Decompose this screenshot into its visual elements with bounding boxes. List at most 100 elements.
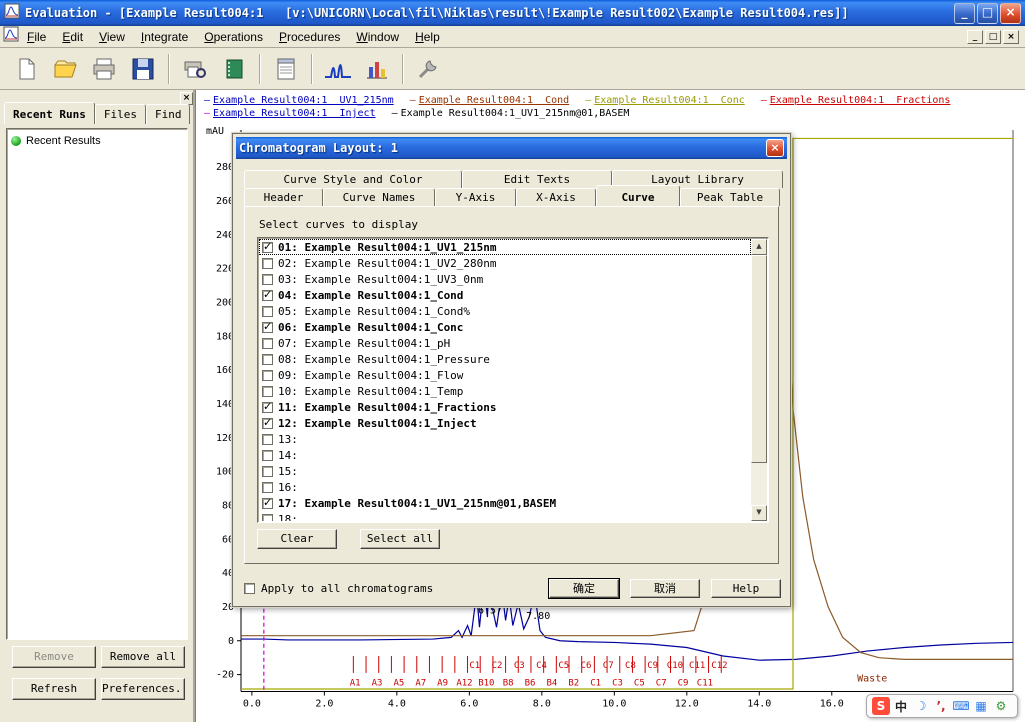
dialog-titlebar[interactable]: Chromatogram Layout: 1 ×: [236, 137, 787, 159]
menu-edit[interactable]: Edit: [54, 27, 91, 47]
curve-list-item[interactable]: 11: Example Result004:1_Fractions: [259, 399, 751, 415]
curve-list-item[interactable]: 03: Example Result004:1_UV3_0nm: [259, 271, 751, 287]
menu-file[interactable]: File: [19, 27, 54, 47]
dialog-tab-y-axis[interactable]: Y-Axis: [435, 188, 516, 206]
menu-integrate[interactable]: Integrate: [133, 27, 196, 47]
menu-view[interactable]: View: [91, 27, 133, 47]
curve-checkbox[interactable]: [262, 434, 273, 445]
dialog-tab-header[interactable]: Header: [244, 188, 323, 206]
keyboard-icon[interactable]: ⌨: [952, 697, 970, 715]
curve-list-item[interactable]: 13:: [259, 431, 751, 447]
print-preview-icon[interactable]: [177, 52, 213, 86]
moon-icon[interactable]: ☽: [912, 697, 930, 715]
remove-all-button[interactable]: Remove all: [101, 646, 185, 668]
apply-checkbox[interactable]: [244, 583, 255, 594]
curve-list-item[interactable]: 04: Example Result004:1_Cond: [259, 287, 751, 303]
curve-checkbox[interactable]: [262, 450, 273, 461]
curve-checkbox[interactable]: [262, 274, 273, 285]
mdi-restore-button[interactable]: □: [985, 30, 1001, 44]
minimize-button[interactable]: _: [954, 3, 975, 24]
scrollbar[interactable]: ▲ ▼: [751, 239, 767, 521]
report-icon[interactable]: [268, 52, 304, 86]
legend-entry[interactable]: —Example Result004:1 Inject: [204, 108, 376, 119]
legend-entry[interactable]: —Example Result004:1 UV1_215nm: [204, 95, 394, 106]
refresh-button[interactable]: Refresh: [12, 678, 96, 700]
select-all-button[interactable]: Select all: [360, 529, 440, 549]
sogou-logo-icon[interactable]: S: [872, 697, 890, 715]
legend-entry[interactable]: —Example Result004:1 Conc: [585, 95, 745, 106]
close-button[interactable]: ×: [1000, 3, 1021, 24]
menu-window[interactable]: Window: [348, 27, 407, 47]
menu-operations[interactable]: Operations: [196, 27, 271, 47]
clear-button[interactable]: Clear: [257, 529, 337, 549]
curve-checkbox[interactable]: [262, 354, 273, 365]
print-icon[interactable]: [86, 52, 122, 86]
curve-list-item[interactable]: 05: Example Result004:1_Cond%: [259, 303, 751, 319]
curve-list-item[interactable]: 01: Example Result004:1_UV1_215nm: [259, 239, 751, 255]
curve-checkbox[interactable]: [262, 466, 273, 477]
restore-button[interactable]: □: [977, 3, 998, 24]
scroll-down-icon[interactable]: ▼: [751, 505, 767, 521]
preferences-button[interactable]: Preferences...: [101, 678, 185, 700]
curve-checkbox[interactable]: [262, 482, 273, 493]
curve-checkbox[interactable]: [262, 386, 273, 397]
scroll-thumb[interactable]: [751, 255, 767, 463]
curve-list-item[interactable]: 15:: [259, 463, 751, 479]
tree-item-recent-results[interactable]: Recent Results: [11, 135, 183, 147]
curve-checkbox[interactable]: [262, 418, 273, 429]
sidebar-tab-find[interactable]: Find: [146, 104, 191, 124]
dialog-tab-peak-table[interactable]: Peak Table: [680, 188, 780, 206]
grid-icon[interactable]: ▦: [972, 697, 990, 715]
tools-icon[interactable]: [411, 52, 447, 86]
save-icon[interactable]: [125, 52, 161, 86]
curve-checkbox[interactable]: [262, 258, 273, 269]
curve-checkbox[interactable]: [262, 290, 273, 301]
curve-checkbox[interactable]: [262, 322, 273, 333]
dialog-tab-edit-texts[interactable]: Edit Texts: [462, 170, 612, 188]
wrench-icon[interactable]: ⚙: [992, 697, 1010, 715]
mdi-minimize-button[interactable]: _: [967, 30, 983, 44]
dialog-tab-curve-names[interactable]: Curve Names: [323, 188, 435, 206]
ok-button[interactable]: 确定: [549, 579, 619, 598]
dialog-close-icon[interactable]: ×: [766, 139, 784, 157]
curve-checkbox[interactable]: [262, 306, 273, 317]
curve-list-item[interactable]: 09: Example Result004:1_Flow: [259, 367, 751, 383]
curve-checkbox[interactable]: [262, 338, 273, 349]
dialog-tab-curve-style-and-color[interactable]: Curve Style and Color: [244, 170, 462, 188]
new-icon[interactable]: [8, 52, 44, 86]
open-icon[interactable]: [47, 52, 83, 86]
curve-list-item[interactable]: 12: Example Result004:1_Inject: [259, 415, 751, 431]
notebook-icon[interactable]: [216, 52, 252, 86]
legend-entry[interactable]: —Example Result004:1 Fractions: [761, 95, 951, 106]
chinese-mode-icon[interactable]: 中: [892, 697, 910, 715]
menu-help[interactable]: Help: [407, 27, 448, 47]
curve-checkbox[interactable]: [262, 498, 273, 509]
curve-list-item[interactable]: 14:: [259, 447, 751, 463]
sidebar-tab-recent-runs[interactable]: Recent Runs: [4, 102, 95, 124]
curve-list-item[interactable]: 08: Example Result004:1_Pressure: [259, 351, 751, 367]
legend-entry[interactable]: —Example Result004:1_UV1_215nm@01,BASEM: [392, 108, 630, 119]
mdi-close-button[interactable]: ×: [1003, 30, 1019, 44]
curve-list-item[interactable]: 16:: [259, 479, 751, 495]
curve-checkbox[interactable]: [262, 242, 273, 253]
curve-checkbox[interactable]: [262, 370, 273, 381]
sidebar-tab-files[interactable]: Files: [95, 104, 146, 124]
dialog-tab-curve[interactable]: Curve: [596, 185, 680, 206]
curve-checkbox[interactable]: [262, 402, 273, 413]
help-button[interactable]: Help: [711, 579, 781, 598]
histogram-icon[interactable]: [359, 52, 395, 86]
curve-list-item[interactable]: 17: Example Result004:1_UV1_215nm@01,BAS…: [259, 495, 751, 511]
document-icon[interactable]: [3, 26, 19, 47]
punctuation-icon[interactable]: ’,: [932, 697, 950, 715]
curve-list-item[interactable]: 06: Example Result004:1_Conc: [259, 319, 751, 335]
remove-button[interactable]: Remove: [12, 646, 96, 668]
curve-list-item[interactable]: 10: Example Result004:1_Temp: [259, 383, 751, 399]
curve-list-item[interactable]: 02: Example Result004:1_UV2_280nm: [259, 255, 751, 271]
chromatogram-icon[interactable]: [320, 52, 356, 86]
curve-list-item[interactable]: 07: Example Result004:1_pH: [259, 335, 751, 351]
scroll-up-icon[interactable]: ▲: [751, 239, 767, 255]
cancel-button[interactable]: 取消: [630, 579, 700, 598]
menu-procedures[interactable]: Procedures: [271, 27, 348, 47]
dialog-tab-x-axis[interactable]: X-Axis: [516, 188, 596, 206]
curve-checkbox[interactable]: [262, 514, 273, 522]
